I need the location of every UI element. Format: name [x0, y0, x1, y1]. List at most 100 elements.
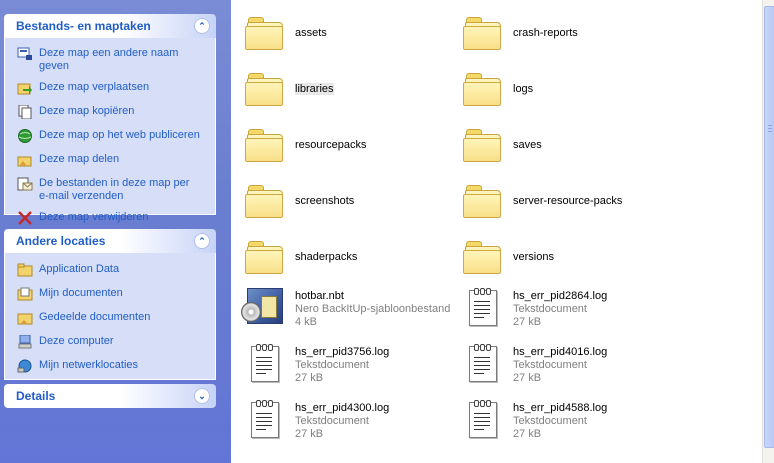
file-type: Tekstdocument	[513, 415, 587, 427]
file-name: hs_err_pid2864.log	[513, 290, 608, 302]
task-label: Application Data	[39, 263, 120, 275]
task-label: Deze map op het web publiceren	[39, 129, 200, 141]
task-label: Deze map verwijderen	[39, 211, 149, 223]
task-label: Mijn documenten	[39, 287, 123, 299]
my-documents-icon	[17, 287, 33, 301]
folder-item[interactable]: crash-reports	[455, 4, 665, 52]
expand-chevron-down-icon[interactable]: ⌄	[194, 388, 210, 404]
file-item[interactable]: hs_err_pid4016.log Tekstdocument 27 kB	[455, 340, 665, 388]
file-name: versions	[513, 251, 554, 263]
other-places-body: Application Data Mijn documenten Gedeeld…	[4, 253, 216, 380]
file-item[interactable]: hs_err_pid2864.log Tekstdocument 27 kB	[455, 284, 665, 332]
file-type: Tekstdocument	[295, 415, 369, 427]
folder-icon	[245, 124, 285, 166]
task-email-files[interactable]: De bestanden in deze map per e-mail verz…	[5, 175, 215, 205]
text-document-icon	[245, 400, 285, 444]
folder-icon	[463, 12, 503, 54]
nero-backitup-icon	[241, 288, 285, 330]
file-type: Tekstdocument	[513, 303, 587, 315]
file-name: assets	[295, 27, 327, 39]
move-icon	[17, 83, 32, 95]
place-application-data[interactable]: Application Data	[5, 261, 215, 278]
folder-icon	[245, 236, 285, 278]
task-label: Deze map een andere naam geven	[39, 47, 179, 72]
collapse-chevron-up-icon[interactable]: ⌃	[194, 233, 210, 249]
folder-icon	[463, 68, 503, 110]
file-type: Tekstdocument	[513, 359, 587, 371]
task-label: Deze computer	[39, 335, 114, 347]
web-publish-icon	[18, 129, 32, 143]
folder-item[interactable]: versions	[455, 228, 665, 276]
file-size: 27 kB	[513, 372, 542, 384]
file-item[interactable]: hs_err_pid3756.log Tekstdocument 27 kB	[237, 340, 447, 388]
folder-item[interactable]: server-resource-packs	[455, 172, 665, 220]
rename-icon	[17, 47, 32, 60]
folder-item[interactable]: shaderpacks	[237, 228, 447, 276]
panel-title: Bestands- en maptaken	[16, 19, 151, 33]
task-label: De bestanden in deze map per e-mail verz…	[39, 177, 190, 202]
network-icon	[17, 359, 32, 373]
file-name: hs_err_pid4016.log	[513, 346, 608, 358]
details-header[interactable]: Details ⌄	[4, 384, 216, 408]
folder-item[interactable]: logs	[455, 60, 665, 108]
file-size: 4 kB	[295, 316, 318, 328]
task-pane: Bestands- en maptaken ⌃ Deze map een and…	[0, 0, 231, 463]
file-folder-tasks-panel: Bestands- en maptaken ⌃ Deze map een and…	[4, 14, 216, 225]
details-panel: Details ⌄	[4, 384, 216, 408]
file-type: Tekstdocument	[295, 359, 369, 371]
file-size: 27 kB	[295, 372, 324, 384]
email-icon	[17, 177, 33, 191]
panel-title: Andere locaties	[16, 234, 106, 248]
folder-item[interactable]: assets	[237, 4, 447, 52]
file-item[interactable]: hs_err_pid4588.log Tekstdocument 27 kB	[455, 396, 665, 444]
computer-icon	[18, 335, 32, 349]
folder-icon	[245, 12, 285, 54]
file-name: logs	[513, 83, 534, 95]
file-name: saves	[513, 139, 542, 151]
folder-icon	[463, 180, 503, 222]
other-places-header[interactable]: Andere locaties ⌃	[4, 229, 216, 253]
folder-item[interactable]: saves	[455, 116, 665, 164]
delete-icon	[18, 211, 32, 225]
collapse-chevron-up-icon[interactable]: ⌃	[194, 18, 210, 34]
file-item[interactable]: hs_err_pid4300.log Tekstdocument 27 kB	[237, 396, 447, 444]
copy-icon	[18, 105, 32, 119]
folder-item[interactable]: libraries	[237, 60, 447, 108]
file-size: 27 kB	[295, 428, 324, 440]
task-label: Gedeelde documenten	[39, 311, 151, 323]
file-name: hotbar.nbt	[295, 290, 344, 302]
task-share-folder[interactable]: Deze map delen	[5, 151, 215, 168]
file-name: server-resource-packs	[513, 195, 623, 207]
folder-item[interactable]: resourcepacks	[237, 116, 447, 164]
text-document-icon	[463, 288, 503, 332]
task-delete-folder[interactable]: Deze map verwijderen	[5, 209, 215, 226]
file-item[interactable]: hotbar.nbt Nero BackItUp-sjabloonbestand…	[237, 284, 450, 332]
file-name: hs_err_pid4588.log	[513, 402, 608, 414]
file-name: resourcepacks	[295, 139, 367, 151]
task-label: Deze map kopiëren	[39, 105, 135, 117]
folder-icon	[245, 68, 285, 110]
folder-icon	[17, 263, 33, 277]
place-my-computer[interactable]: Deze computer	[5, 333, 215, 350]
folder-icon	[463, 236, 503, 278]
place-shared-documents[interactable]: Gedeelde documenten	[5, 309, 215, 326]
task-copy-folder[interactable]: Deze map kopiëren	[5, 103, 215, 120]
file-name: screenshots	[295, 195, 355, 207]
task-label: Deze map verplaatsen	[39, 81, 150, 93]
file-name: shaderpacks	[295, 251, 358, 263]
file-size: 27 kB	[513, 428, 542, 440]
task-label: Mijn netwerklocaties	[39, 359, 139, 371]
panel-title: Details	[16, 389, 56, 403]
task-move-folder[interactable]: Deze map verplaatsen	[5, 79, 215, 96]
task-rename-folder[interactable]: Deze map een andere naam geven	[5, 45, 215, 75]
file-folder-tasks-header[interactable]: Bestands- en maptaken ⌃	[4, 14, 216, 38]
share-icon	[17, 156, 32, 167]
task-publish-folder-web[interactable]: Deze map op het web publiceren	[5, 127, 215, 144]
vertical-scrollbar[interactable]	[762, 0, 774, 463]
shared-folder-icon	[17, 313, 33, 325]
file-name-selected: libraries	[295, 83, 334, 95]
place-my-documents[interactable]: Mijn documenten	[5, 285, 215, 302]
folder-item[interactable]: screenshots	[237, 172, 447, 220]
place-network[interactable]: Mijn netwerklocaties	[5, 357, 215, 374]
scrollbar-thumb[interactable]	[764, 6, 774, 448]
